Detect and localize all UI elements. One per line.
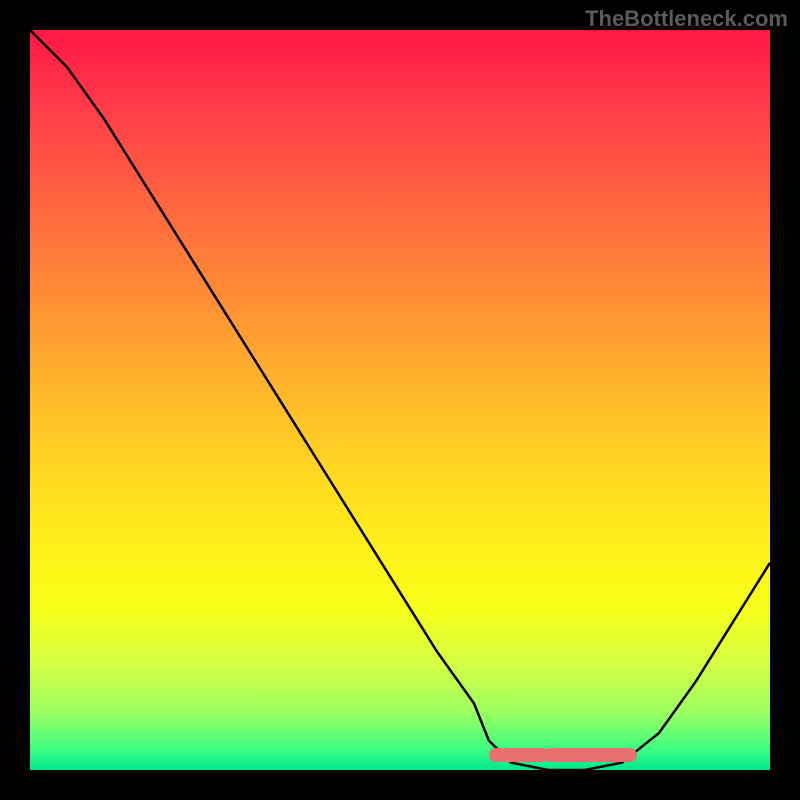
optimal-range-segment xyxy=(499,748,549,762)
optimal-range-segment xyxy=(612,748,637,762)
watermark-text: TheBottleneck.com xyxy=(585,6,788,32)
bottleneck-curve xyxy=(30,30,770,770)
chart-plot-area xyxy=(30,30,770,770)
